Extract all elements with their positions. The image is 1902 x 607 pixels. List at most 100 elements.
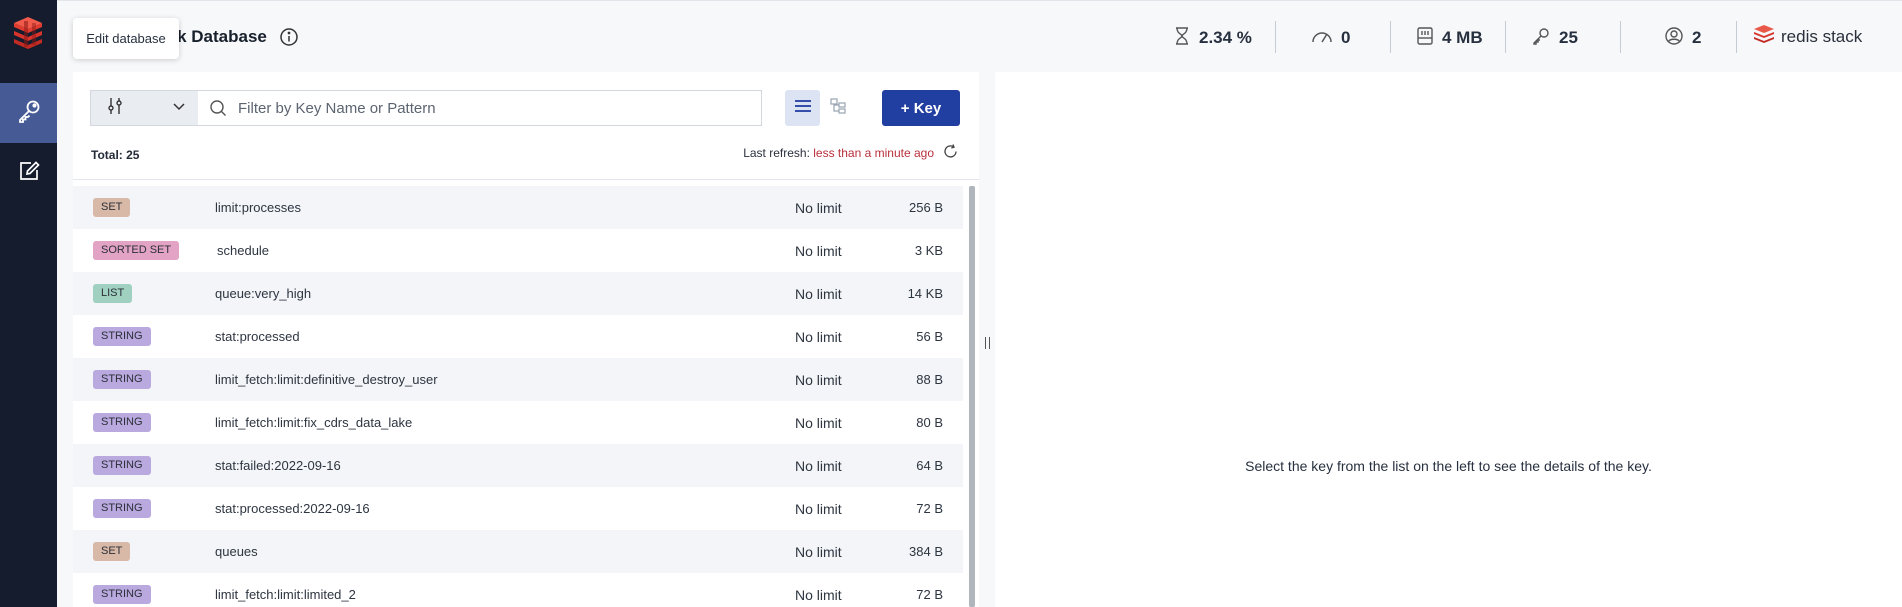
key-row[interactable]: STRING limit_fetch:limit:fix_cdrs_data_l…: [73, 401, 963, 444]
key-name: limit:processes: [215, 200, 301, 215]
list-scrollbar-thumb[interactable]: [969, 186, 975, 607]
key-size: 72 B: [916, 501, 943, 516]
key-size: 64 B: [916, 458, 943, 473]
cpu-metric: 2.34 %: [1173, 25, 1252, 51]
key-row[interactable]: STRING stat:failed:2022-09-16 No limit 6…: [73, 444, 963, 487]
list-view-button[interactable]: [785, 90, 820, 126]
key-name: limit_fetch:limit:definitive_destroy_use…: [215, 372, 438, 387]
list-view-icon: [794, 98, 812, 119]
memory-metric: 4 MB: [1416, 25, 1483, 51]
ops-gauge-icon: [1311, 27, 1333, 50]
key-ttl: No limit: [795, 242, 842, 259]
key-ttl: No limit: [795, 586, 842, 603]
edit-icon: [17, 159, 41, 188]
key-type-badge: STRING: [93, 327, 151, 346]
key-type-badge: STRING: [93, 413, 151, 432]
key-size: 384 B: [909, 544, 943, 559]
redis-stack-brand: redis stack: [1753, 25, 1862, 48]
filter-settings-icon: [107, 97, 123, 120]
keys-value: 25: [1559, 28, 1578, 47]
panel-resize-handle[interactable]: [979, 72, 995, 607]
refresh-icon[interactable]: [942, 143, 959, 163]
key-ttl: No limit: [795, 500, 842, 517]
key-name: schedule: [217, 243, 270, 258]
key-ttl: No limit: [795, 371, 842, 388]
key-type-badge: STRING: [93, 370, 151, 389]
last-refresh: Last refresh: less than a minute ago: [743, 143, 959, 163]
list-divider: [73, 179, 979, 180]
key-name: stat:processed:2022-09-16: [215, 501, 370, 516]
key-size: 256 B: [909, 200, 943, 215]
info-icon[interactable]: [279, 27, 299, 47]
cpu-icon: [1173, 26, 1191, 51]
key-size: 14 KB: [907, 286, 943, 301]
key-ttl: No limit: [795, 328, 842, 345]
key-name: stat:failed:2022-09-16: [215, 458, 341, 473]
key-name: stat:processed: [215, 329, 300, 344]
memory-value: 4 MB: [1442, 28, 1483, 47]
key-details-panel: Select the key from the list on the left…: [995, 72, 1902, 607]
clients-metric: 2: [1664, 25, 1701, 51]
ops-metric: 0: [1311, 25, 1350, 51]
redis-logo-icon[interactable]: [8, 14, 48, 54]
key-row[interactable]: STRING stat:processed:2022-09-16 No limi…: [73, 487, 963, 530]
total-keys: Total: 25: [91, 148, 140, 162]
view-toggle: [785, 90, 855, 126]
chevron-down-icon: [172, 99, 186, 117]
filter-bar: [90, 90, 762, 126]
key-list: SET limit:processes No limit 256 B SORTE…: [73, 186, 963, 607]
no-key-selected-message: Select the key from the list on the left…: [1245, 458, 1652, 474]
key-type-badge: LIST: [93, 284, 133, 303]
key-type-badge: SET: [93, 198, 131, 217]
key-size: 72 B: [916, 587, 943, 602]
key-icon: [16, 98, 42, 129]
last-refresh-label: Last refresh:: [743, 146, 810, 160]
key-size: 56 B: [916, 329, 943, 344]
key-type-filter[interactable]: [91, 91, 198, 125]
key-row[interactable]: STRING stat:processed No limit 56 B: [73, 315, 963, 358]
key-ttl: No limit: [795, 285, 842, 302]
search-icon: [198, 91, 238, 125]
tree-view-icon: [829, 97, 846, 119]
sidebar: [0, 0, 57, 607]
ops-value: 0: [1341, 28, 1351, 47]
cpu-value: 2.34 %: [1199, 28, 1252, 47]
clients-icon: [1664, 26, 1684, 51]
last-refresh-time: less than a minute ago: [813, 146, 934, 160]
key-type-badge: STRING: [93, 499, 151, 518]
clients-value: 2: [1692, 28, 1702, 47]
key-list-panel: + Key Total: 25 Last refresh: less than …: [73, 72, 979, 607]
key-type-badge: SET: [93, 542, 131, 561]
key-row[interactable]: SORTED SET schedule No limit 3 KB: [73, 229, 963, 272]
nav-browser[interactable]: [0, 83, 57, 143]
redis-stack-logo-icon: [1753, 25, 1775, 48]
key-ttl: No limit: [795, 543, 842, 560]
memory-icon: [1416, 26, 1434, 51]
key-row[interactable]: SET queues No limit 384 B: [73, 530, 963, 573]
keys-icon: [1531, 26, 1551, 51]
brand-name: redis stack: [1781, 26, 1863, 46]
key-name: limit_fetch:limit:limited_2: [215, 587, 356, 602]
key-row[interactable]: STRING limit_fetch:limit:limited_2 No li…: [73, 573, 963, 607]
key-name: queue:very_high: [215, 286, 312, 301]
key-row[interactable]: STRING limit_fetch:limit:definitive_dest…: [73, 358, 963, 401]
key-row[interactable]: SET limit:processes No limit 256 B: [73, 186, 963, 229]
key-size: 80 B: [916, 415, 943, 430]
key-ttl: No limit: [795, 457, 842, 474]
key-size: 3 KB: [914, 243, 943, 258]
key-size: 88 B: [916, 372, 943, 387]
keys-metric: 25: [1531, 25, 1578, 51]
key-name: limit_fetch:limit:fix_cdrs_data_lake: [215, 415, 413, 430]
key-type-badge: STRING: [93, 456, 151, 475]
key-type-badge: STRING: [93, 585, 151, 604]
edit-database-tooltip: Edit database: [73, 18, 179, 59]
top-header: s Stack Database 2.34 % 0 4 MB 25 2 redi…: [57, 0, 1902, 72]
search-input[interactable]: [238, 91, 761, 125]
key-row[interactable]: LIST queue:very_high No limit 14 KB: [73, 272, 963, 315]
nav-workbench[interactable]: [0, 143, 57, 203]
key-type-badge: SORTED SET: [93, 241, 180, 260]
key-name: queues: [215, 544, 258, 559]
add-key-button[interactable]: + Key: [882, 90, 960, 126]
tree-view-button[interactable]: [820, 90, 855, 126]
key-ttl: No limit: [795, 199, 842, 216]
